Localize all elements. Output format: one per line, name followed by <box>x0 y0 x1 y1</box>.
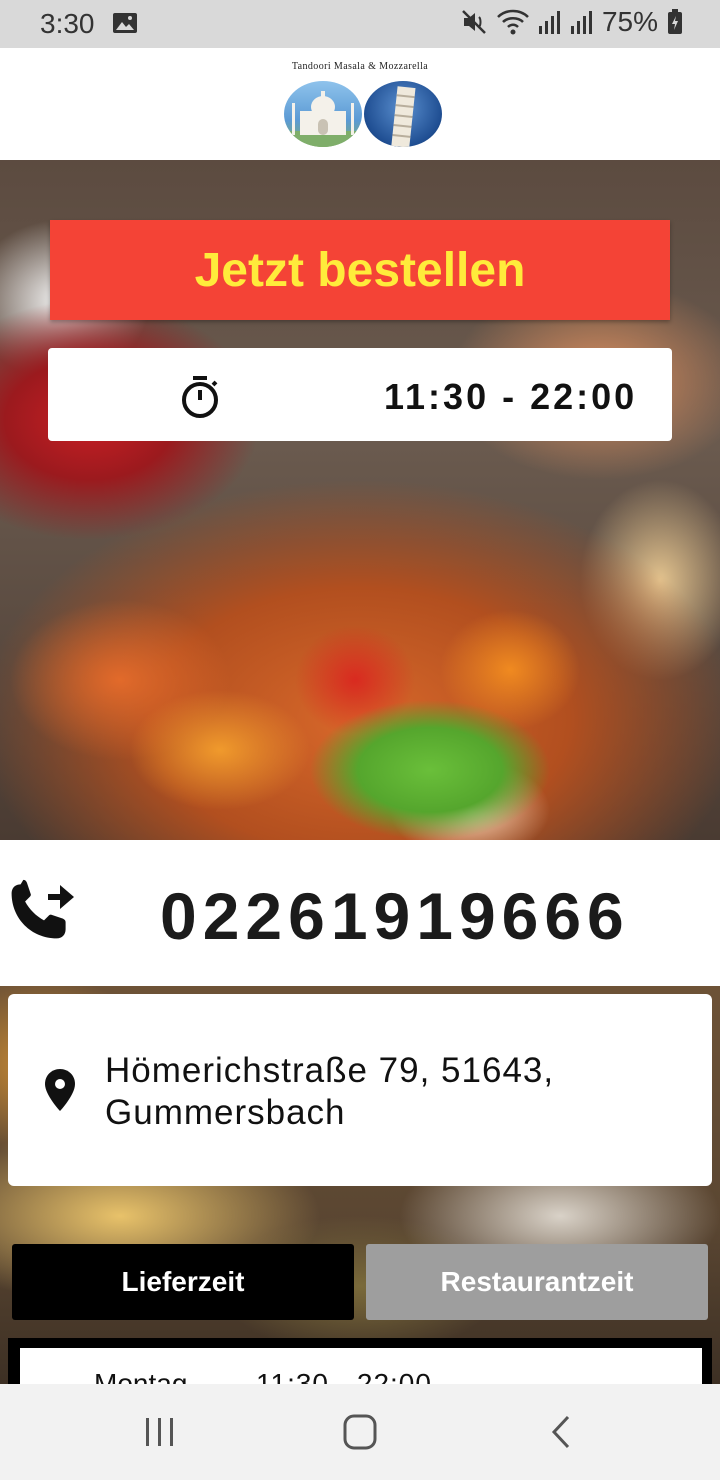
image-icon <box>113 13 137 33</box>
battery-percent: 75% <box>601 6 658 37</box>
signal-icon <box>570 11 592 34</box>
status-icons: 75% <box>460 6 684 38</box>
hero-food-image: Jetzt bestellen 11:30 - 22:00 <box>0 160 720 840</box>
back-icon[interactable] <box>542 1414 582 1450</box>
opening-hours-card: 11:30 - 22:00 <box>48 348 672 441</box>
home-icon[interactable] <box>340 1414 380 1450</box>
address-line-2: Gummersbach <box>105 1093 346 1132</box>
phone-number[interactable]: 02261919666 <box>160 878 630 954</box>
taj-mahal-logo <box>284 81 362 147</box>
logo-title: Tandoori Masala & Mozzarella <box>291 61 429 72</box>
status-bar: 3:30 75% <box>0 0 720 48</box>
phone-row[interactable]: 02261919666 <box>0 840 720 986</box>
order-now-button[interactable]: Jetzt bestellen <box>50 220 670 320</box>
tab-restaurant-time[interactable]: Restaurantzeit <box>366 1244 708 1320</box>
system-nav-bar <box>0 1384 720 1480</box>
opening-hours-text: 11:30 - 22:00 <box>384 376 638 417</box>
battery-icon <box>668 9 682 34</box>
tab-delivery-time[interactable]: Lieferzeit <box>12 1244 354 1320</box>
phone-forwarded-icon <box>11 879 74 939</box>
app-header: Tandoori Masala & Mozzarella <box>0 48 720 160</box>
signal-icon <box>538 11 560 34</box>
recent-apps-icon[interactable] <box>140 1414 180 1450</box>
pisa-tower-logo <box>364 81 442 147</box>
location-pin-icon <box>45 1069 75 1111</box>
address-line-1: Hömerichstraße 79, 51643, <box>105 1051 555 1090</box>
address-text: Hömerichstraße 79, 51643, Gummersbach <box>105 1050 665 1134</box>
address-card[interactable]: Hömerichstraße 79, 51643, Gummersbach <box>8 994 712 1186</box>
mute-icon <box>462 10 486 34</box>
wifi-icon <box>497 9 529 35</box>
status-time: 3:30 <box>40 8 95 39</box>
stopwatch-icon <box>182 376 218 418</box>
